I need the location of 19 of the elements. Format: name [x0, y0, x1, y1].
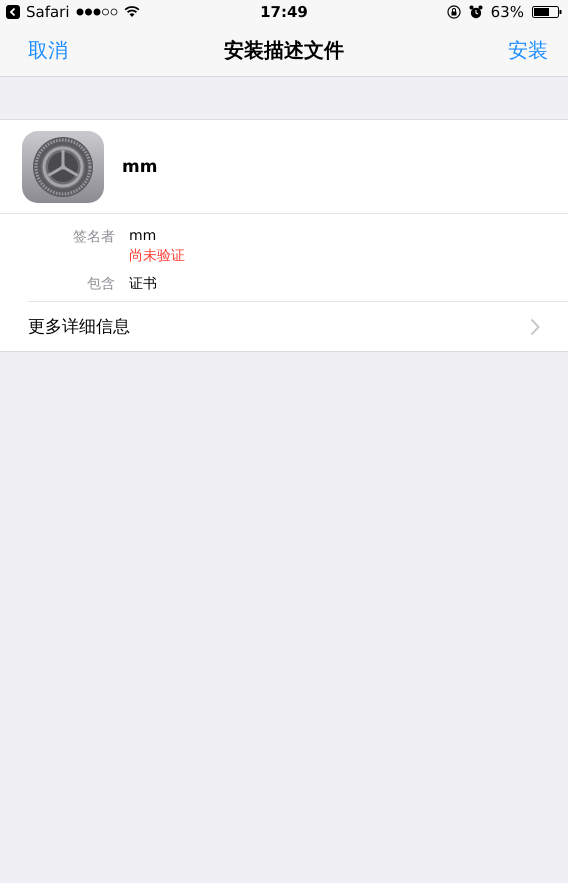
nav-title: 安装描述文件 [224, 36, 344, 64]
warning-text: 尚未验证 [129, 247, 185, 265]
wifi-icon [124, 6, 140, 18]
battery-icon [532, 5, 562, 19]
battery-percent: 63% [490, 3, 524, 21]
rotation-lock-icon [446, 5, 461, 19]
detail-label: 签名者 [72, 228, 115, 247]
chevron-icon [530, 318, 540, 336]
back-app-label[interactable]: Safari [26, 3, 70, 21]
detail-value: mm [129, 228, 158, 244]
more-details-row[interactable]: 更多详细信息 [0, 302, 568, 351]
profile-name: mm [122, 157, 158, 177]
detail-label: 包含 [86, 275, 115, 293]
more-details-label: 更多详细信息 [28, 316, 130, 338]
signal-icon [76, 8, 118, 16]
detail-value: 证书 [129, 275, 157, 293]
alarm-clock-icon [468, 5, 483, 19]
gear-icon [22, 131, 104, 203]
status-time: 17:49 [260, 3, 308, 21]
